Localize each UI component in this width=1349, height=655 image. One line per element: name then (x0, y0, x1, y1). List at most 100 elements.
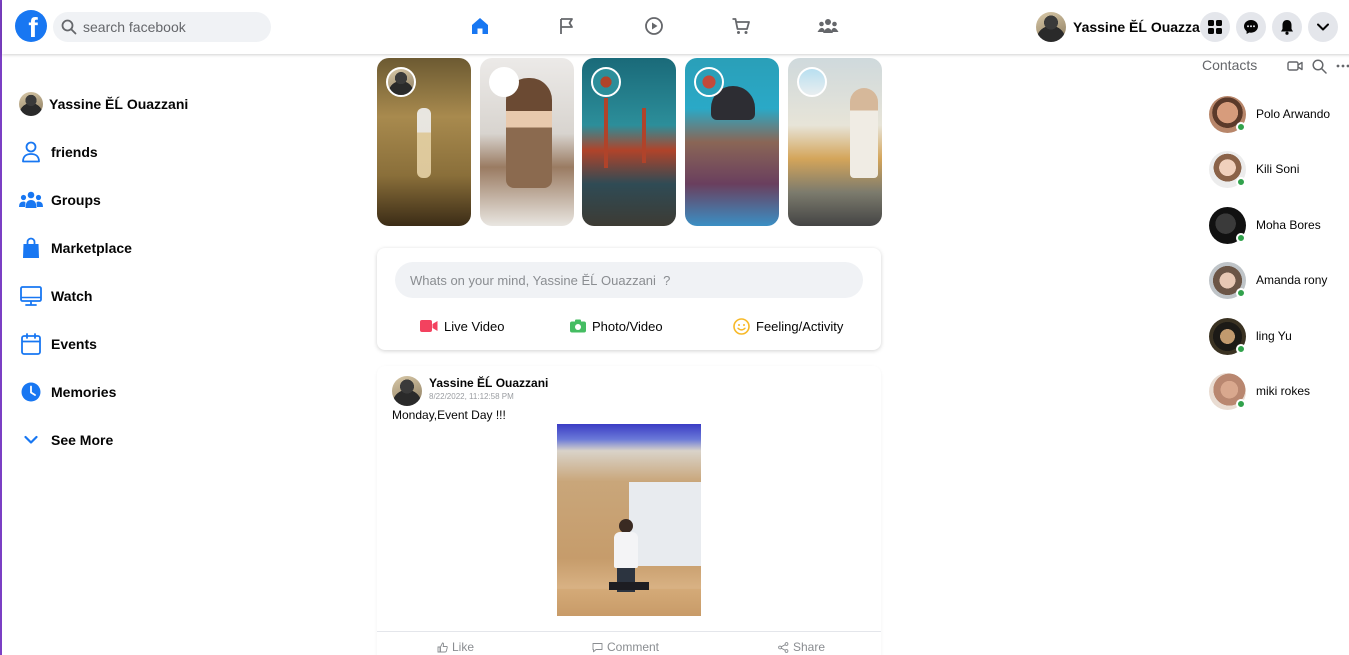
contact-item[interactable]: Amanda rony (1209, 261, 1327, 299)
profile-name: Yassine ĔĹ Ouazzani (1073, 19, 1213, 35)
account-menu-button[interactable] (1308, 12, 1338, 42)
share-label: Share (793, 640, 826, 654)
marketplace-icon (18, 235, 44, 261)
sidebar-item-marketplace[interactable]: Marketplace (18, 224, 318, 272)
contact-name: ling Yu (1256, 329, 1292, 343)
online-status-dot (1236, 287, 1246, 298)
watch-icon[interactable] (642, 14, 666, 38)
contact-item[interactable]: Kili Soni (1209, 150, 1299, 188)
sidebar-item-label: Watch (51, 288, 93, 304)
contact-avatar (1209, 317, 1246, 355)
like-button[interactable]: Like (437, 640, 474, 654)
sidebar-item-friends[interactable]: friends (18, 128, 318, 176)
online-status-dot (1236, 343, 1246, 354)
post-author[interactable]: Yassine ĔĹ Ouazzani (429, 376, 548, 391)
sidebar-item-events[interactable]: Events (18, 320, 318, 368)
story-avatar (489, 67, 519, 97)
avatar (19, 92, 43, 116)
contact-avatar (1209, 150, 1246, 188)
watch-icon (18, 283, 44, 309)
contact-name: Moha Bores (1256, 218, 1321, 232)
live-video-icon (420, 320, 438, 332)
composer-input[interactable] (395, 262, 863, 298)
post-header: Yassine ĔĹ Ouazzani 8/22/2022, 11:12:58 … (392, 376, 548, 406)
contact-item[interactable]: Moha Bores (1209, 206, 1321, 244)
feed-post: Yassine ĔĹ Ouazzani 8/22/2022, 11:12:58 … (377, 366, 881, 655)
search-input[interactable] (83, 19, 263, 35)
search-box[interactable] (53, 12, 271, 42)
menu-grid-button[interactable] (1200, 12, 1230, 42)
sidebar-item-see-more[interactable]: See More (18, 416, 318, 464)
contact-name: Kili Soni (1256, 162, 1300, 176)
story-card[interactable] (582, 58, 676, 226)
share-button[interactable]: Share (778, 640, 825, 654)
live-video-button[interactable]: Live Video (420, 316, 504, 336)
share-icon (778, 641, 789, 653)
sidebar-item-watch[interactable]: Watch (18, 272, 318, 320)
story-card[interactable] (685, 58, 779, 226)
story-avatar (591, 67, 621, 97)
online-status-dot (1236, 121, 1246, 132)
story-avatar (797, 67, 827, 97)
more-options-icon[interactable] (1335, 58, 1349, 74)
sidebar-item-label: friends (51, 144, 98, 160)
menu-grid-icon (1208, 20, 1222, 34)
groups-icon[interactable] (816, 14, 840, 38)
contacts-header: Contacts (1202, 56, 1349, 74)
smiley-icon (733, 317, 750, 335)
chevron-down-icon (18, 427, 44, 453)
left-sidebar: Yassine ĔĹ Ouazzani friends Groups Marke… (18, 80, 318, 464)
post-text: Monday,Event Day !!! (392, 408, 506, 422)
comment-button[interactable]: Comment (592, 640, 659, 654)
facebook-logo-icon[interactable]: f (15, 10, 47, 42)
comment-label: Comment (607, 640, 660, 654)
contact-name: miki rokes (1256, 384, 1311, 398)
live-video-label: Live Video (444, 318, 505, 334)
sidebar-item-profile[interactable]: Yassine ĔĹ Ouazzani (18, 80, 318, 128)
story-card[interactable] (480, 58, 574, 226)
story-card[interactable] (377, 58, 471, 226)
post-timestamp: 8/22/2022, 11:12:58 PM (429, 392, 514, 401)
post-image[interactable] (557, 424, 701, 616)
marketplace-icon[interactable] (729, 14, 753, 38)
sidebar-item-label: Groups (51, 192, 101, 208)
avatar[interactable] (392, 376, 422, 406)
notifications-button[interactable] (1272, 12, 1302, 42)
thumbs-up-icon (437, 642, 448, 652)
story-avatar (386, 67, 416, 97)
contact-item[interactable]: ling Yu (1209, 317, 1292, 355)
contact-item[interactable]: miki rokes (1209, 372, 1310, 410)
sidebar-item-groups[interactable]: Groups (18, 176, 318, 224)
like-label: Like (452, 640, 475, 654)
sidebar-item-label: Yassine ĔĹ Ouazzani (49, 96, 189, 112)
feeling-activity-label: Feeling/Activity (756, 318, 844, 334)
sidebar-item-label: Events (51, 336, 97, 352)
comment-icon (592, 642, 603, 652)
home-icon[interactable] (468, 14, 492, 38)
contact-name: Polo Arwando (1256, 107, 1331, 121)
contact-avatar (1209, 372, 1246, 410)
photo-video-button[interactable]: Photo/Video (570, 316, 663, 336)
messenger-button[interactable] (1236, 12, 1266, 42)
profile-chip[interactable]: Yassine ĔĹ Ouazzani (1036, 12, 1212, 42)
sidebar-item-memories[interactable]: Memories (18, 368, 318, 416)
contact-item[interactable]: Polo Arwando (1209, 95, 1330, 133)
calendar-icon (18, 331, 44, 357)
search-icon[interactable] (1311, 58, 1327, 74)
top-navbar: f Yassine ĔĹ Ouazzani (2, 0, 1349, 54)
search-icon (61, 19, 77, 35)
story-card[interactable] (788, 58, 882, 226)
post-actions-bar: Like Comment Share (377, 631, 881, 655)
video-call-icon[interactable] (1287, 58, 1303, 74)
camera-icon (570, 319, 586, 333)
sidebar-item-label: Memories (51, 384, 117, 400)
flag-icon[interactable] (555, 14, 579, 38)
feeling-activity-button[interactable]: Feeling/Activity (733, 316, 843, 336)
messenger-icon (1244, 20, 1258, 34)
sidebar-item-label: See More (51, 432, 114, 448)
chevron-down-icon (1317, 23, 1329, 31)
notifications-icon (1281, 20, 1293, 35)
avatar (1036, 12, 1066, 42)
contact-avatar (1209, 95, 1246, 133)
post-composer: Live Video Photo/Video Feeling/Activity (377, 248, 881, 350)
